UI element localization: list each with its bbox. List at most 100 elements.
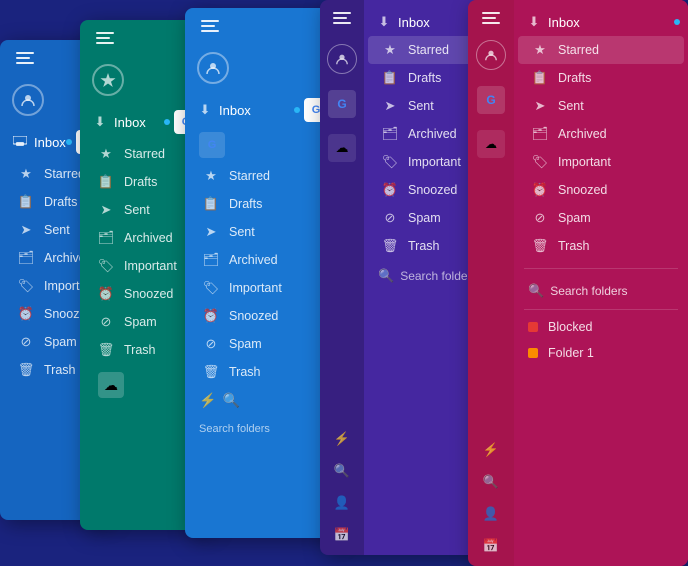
nav-drafts-5[interactable]: 📋 Drafts [518,64,684,92]
nav-snoozed-3[interactable]: ⏰ Snoozed [189,302,336,330]
blocked-label-5: Blocked [548,320,592,334]
hamburger-menu-3[interactable] [201,20,219,32]
nav-trash-3[interactable]: 🗑 Trash [189,358,336,386]
g-badge-5: G [477,86,505,114]
nav-starred-3[interactable]: ★ Starred [189,162,336,190]
important-icon-2: 🏷 [98,258,114,274]
important-label-3: Important [229,281,282,295]
inbox-label-4: Inbox [398,15,430,30]
archived-label-4: Archived [408,127,457,141]
sent-icon-4: ➤ [382,98,398,114]
nav-archived-5[interactable]: 🗂 Archived [518,120,684,148]
nav-sent-3[interactable]: ➤ Sent [189,218,336,246]
archive-icon-5: 🗂 [532,126,548,142]
bottom-section-5: 🔍 Search folders Blocked Folder 1 [514,277,688,366]
draft-icon-3: 📋 [203,196,219,212]
sent-label-4: Sent [408,99,434,113]
important-label-2: Important [124,259,177,273]
avatar-3 [197,52,229,84]
g-letter-5: G [486,93,495,107]
star-icon-1: ★ [18,166,34,182]
panel3-header [185,8,340,44]
spam-label-3: Spam [229,337,262,351]
snoozed-label-5: Snoozed [558,183,607,197]
avatar-2 [92,64,124,96]
nav-blocked-5[interactable]: Blocked [514,314,688,340]
inbox-icon-5: ⬇ [526,14,542,30]
sent-icon-1: ➤ [18,222,34,238]
calendar-icon-4: 📅 [334,527,350,543]
star-icon-4: ★ [382,42,398,58]
important-label-4: Important [408,155,461,169]
snoozed-label-3: Snoozed [229,309,278,323]
hamburger-5[interactable] [482,12,500,24]
pulse-icon-5: ⚡ [483,442,499,458]
spam-label-2: Spam [124,315,157,329]
nav-spam-5[interactable]: ⊘ Spam [518,204,684,232]
starred-label-4: Starred [408,43,449,57]
trash-icon-3: 🗑 [203,364,219,380]
sent-label-1: Sent [44,223,70,237]
trash-icon-1: 🗑 [18,362,34,378]
nav-starred-5[interactable]: ★ Starred [518,36,684,64]
search-folders-label-5: Search folders [550,284,627,298]
inbox-icon-4: ⬇ [376,14,392,30]
trash-label-4: Trash [408,239,440,253]
sent-icon-5: ➤ [532,98,548,114]
calendar-icon-5: 📅 [483,538,499,554]
inbox-label-3: Inbox [219,103,251,118]
blocked-color-5 [528,322,538,332]
pulse-icon-4: ⚡ [334,431,350,447]
nav-sent-5[interactable]: ➤ Sent [518,92,684,120]
archive-icon-3: 🗂 [203,252,219,268]
hamburger-4[interactable] [333,12,351,24]
important-icon-4: 🏷 [382,154,398,170]
star-icon-3: ★ [203,168,219,184]
nav-important-3[interactable]: 🏷 Important [189,274,336,302]
trash-icon-5: 🗑 [532,238,548,254]
search-icon-5: 🔍 [483,474,499,490]
starred-label-2: Starred [124,147,165,161]
important-icon-5: 🏷 [532,154,548,170]
star-icon-2: ★ [98,146,114,162]
nav-drafts-3[interactable]: 📋 Drafts [189,190,336,218]
panel-pink: G ☁ ⚡ 🔍 👤 📅 ⬇ Inbox ★ Starred [468,0,688,566]
inbox-row-3[interactable]: ⬇ Inbox G [185,92,340,128]
trash-label-2: Trash [124,343,156,357]
sent-icon-3: ➤ [203,224,219,240]
nav-trash-5[interactable]: 🗑 Trash [518,232,684,260]
search-folders-3[interactable]: Search folders [199,423,270,435]
inbox-label-5: Inbox [548,15,580,30]
search-folders-row-5[interactable]: 🔍 Search folders [514,277,688,305]
trash-label-1: Trash [44,363,76,377]
snooze-icon-2: ⏰ [98,286,114,302]
nav-archived-3[interactable]: 🗂 Archived [189,246,336,274]
nav-snoozed-5[interactable]: ⏰ Snoozed [518,176,684,204]
search-icon-4b: 🔍 [378,268,394,284]
archived-label-2: Archived [124,231,173,245]
inbox-icon-1 [12,134,28,150]
drafts-label-4: Drafts [408,71,441,85]
hamburger-menu-2[interactable] [96,32,114,44]
sent-icon-2: ➤ [98,202,114,218]
trash-label-5: Trash [558,239,590,253]
drafts-label-3: Drafts [229,197,262,211]
search-folders-label-4: Search folders [400,269,477,283]
sent-label-3: Sent [229,225,255,239]
snoozed-label-4: Snoozed [408,183,457,197]
inbox-label-1: Inbox [34,135,66,150]
search-icon-5b: 🔍 [528,283,544,299]
nav-folder1-5[interactable]: Folder 1 [514,340,688,366]
dot-5 [674,19,680,25]
hamburger-menu-1[interactable] [16,52,34,64]
snooze-icon-3: ⏰ [203,308,219,324]
spam-label-4: Spam [408,211,441,225]
archive-icon-4: 🗂 [382,126,398,142]
inbox-row-5[interactable]: ⬇ Inbox [514,8,688,36]
divider-5b [524,309,678,310]
avatar-1 [12,84,44,116]
important-icon-3: 🏷 [203,280,219,296]
dot-1 [66,139,72,145]
nav-spam-3[interactable]: ⊘ Spam [189,330,336,358]
nav-important-5[interactable]: 🏷 Important [518,148,684,176]
